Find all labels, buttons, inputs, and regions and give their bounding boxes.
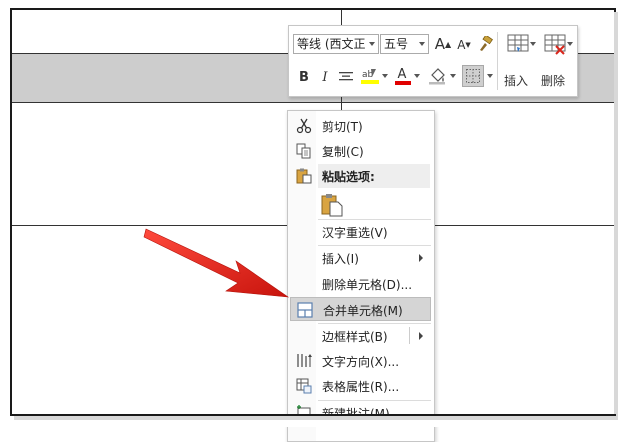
frame-shadow (614, 12, 618, 418)
delete-table-button[interactable]: 删除 (539, 32, 573, 92)
font-color-swatch (394, 81, 411, 85)
menu-item-label: 合并单元格(M) (323, 304, 403, 318)
chevron-down-icon (381, 74, 388, 78)
chevron-down-icon (419, 42, 425, 46)
delete-label: 删除 (541, 74, 566, 88)
chevron-down-icon (449, 74, 456, 78)
font-color-icon: A (394, 67, 411, 85)
menu-item-paste-options: 粘贴选项: (290, 164, 431, 188)
toolbar-separator (497, 32, 498, 90)
highlighter-icon: ab (360, 69, 379, 84)
borders-icon (461, 65, 484, 87)
bold-icon: B (299, 69, 309, 85)
menu-item-cut[interactable]: 剪切(T) (290, 114, 431, 138)
insert-table-icon (507, 34, 529, 52)
menu-item-label: 表格属性(R)... (322, 380, 400, 394)
menu-item-insert[interactable]: 插入(I) (290, 246, 431, 270)
text-direction-icon (297, 354, 312, 367)
split-divider (409, 327, 410, 344)
align-center-icon (339, 72, 353, 81)
menu-item-label: 复制(C) (322, 145, 364, 159)
menu-item-label: 文字方向(X)... (322, 355, 400, 369)
paste-icon (296, 168, 312, 184)
table-border-line (12, 102, 614, 103)
chevron-right-icon (419, 254, 423, 262)
menu-item-text-direction[interactable]: 文字方向(X)... (290, 349, 431, 373)
menu-item-merge-cells[interactable]: 合并单元格(M) (290, 297, 431, 321)
menu-item-delete-cells[interactable]: 删除单元格(D)... (290, 272, 431, 296)
borders-button[interactable] (461, 65, 493, 87)
chevron-down-icon (530, 42, 536, 46)
menu-item-table-properties[interactable]: 表格属性(R)... (290, 374, 431, 398)
grow-font-icon: A (434, 35, 446, 53)
context-menu: 剪切(T) 复制(C) 粘贴选项: 汉字重选(V) 插入(I) 删除单元格(D)… (287, 110, 435, 442)
chevron-down-icon (413, 74, 420, 78)
paint-bucket-icon (428, 68, 445, 85)
chevron-down-icon (369, 42, 375, 46)
table-properties-icon (296, 378, 312, 394)
bold-button[interactable]: B (295, 66, 313, 88)
grow-font-button[interactable]: A ▲ (433, 33, 453, 55)
mini-toolbar: 等线 (西文正 五号 A ▲ A ▼ B I ab A 插入 删除 (288, 25, 578, 97)
text-highlight-button[interactable]: ab (359, 65, 389, 87)
chevron-down-icon (567, 42, 573, 46)
insert-table-button[interactable]: 插入 (502, 32, 536, 92)
red-arrow-annotation (143, 228, 290, 298)
shrink-font-button[interactable]: A ▼ (455, 34, 473, 56)
italic-icon: I (322, 69, 328, 85)
format-painter-icon (480, 36, 493, 51)
scissors-icon (296, 118, 312, 134)
chevron-down-icon (486, 74, 493, 78)
menu-item-label: 剪切(T) (322, 120, 363, 134)
paste-keep-source-icon (321, 194, 343, 217)
delete-table-icon (544, 34, 566, 55)
menu-item-label: 粘贴选项: (322, 170, 375, 184)
copy-icon (296, 143, 311, 159)
menu-item-label: 边框样式(B) (322, 330, 388, 344)
font-size-select[interactable]: 五号 (380, 34, 429, 54)
format-painter-button[interactable] (475, 33, 495, 55)
menu-item-reconvert[interactable]: 汉字重选(V) (290, 220, 431, 244)
font-name-select[interactable]: 等线 (西文正 (293, 34, 379, 54)
paste-keep-format-button[interactable] (320, 193, 346, 217)
font-color-button[interactable]: A (393, 65, 421, 87)
font-name-value: 等线 (西文正 (297, 37, 366, 51)
shrink-font-icon: A (457, 38, 466, 52)
center-align-button[interactable] (337, 66, 355, 88)
menu-item-label: 删除单元格(D)... (322, 278, 413, 292)
insert-label: 插入 (504, 74, 529, 88)
chevron-right-icon (419, 332, 423, 340)
menu-item-label: 汉字重选(V) (322, 226, 388, 240)
menu-item-label: 插入(I) (322, 252, 359, 266)
italic-button[interactable]: I (316, 66, 334, 88)
frame-shadow (14, 416, 618, 420)
font-color-glyph: A (397, 67, 407, 82)
menu-item-copy[interactable]: 复制(C) (290, 139, 431, 163)
menu-item-border-styles[interactable]: 边框样式(B) (290, 324, 431, 348)
font-size-value: 五号 (384, 37, 409, 51)
shading-button[interactable] (427, 65, 457, 87)
